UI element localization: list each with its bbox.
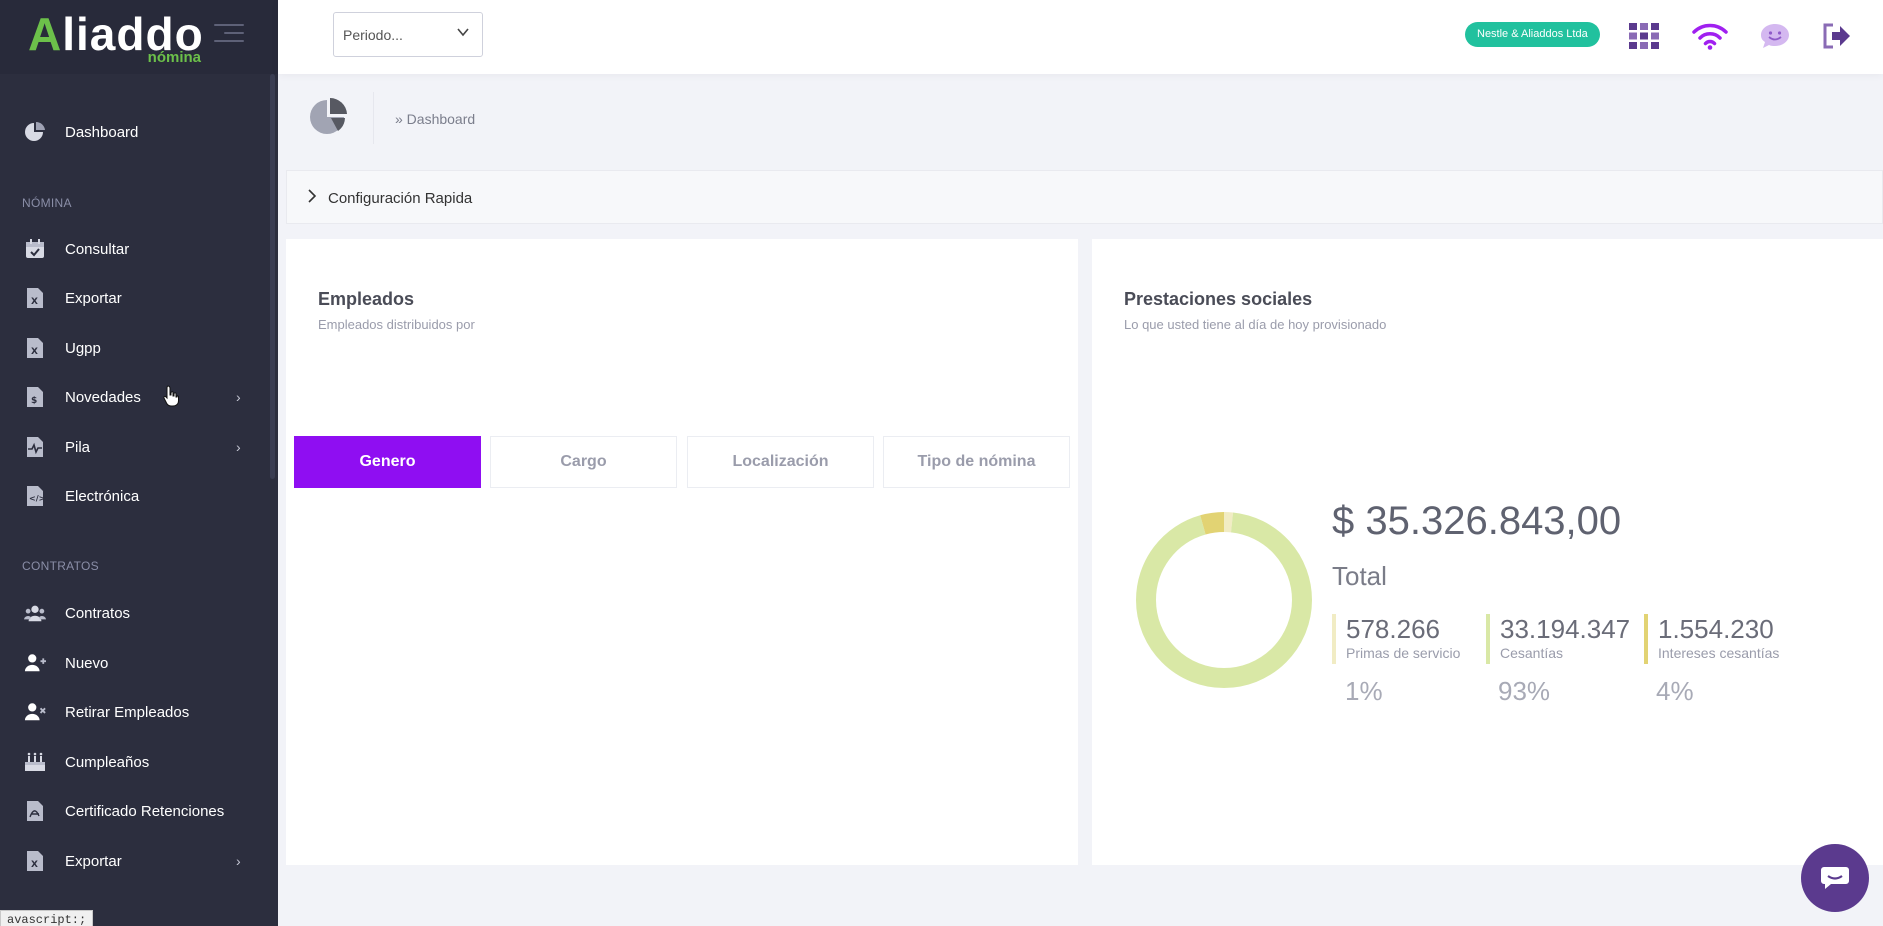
tab-cargo[interactable]: Cargo — [490, 436, 677, 488]
chevron-right-icon: › — [236, 439, 241, 455]
sidebar-item-label: Ugpp — [65, 339, 101, 357]
pct-primas: 1% — [1345, 676, 1383, 706]
aliaddo-logo[interactable]: Aliaddo nómina — [28, 6, 203, 66]
sidebar-item-ugpp[interactable]: X Ugpp — [0, 326, 265, 370]
configuracion-rapida-accordion[interactable]: Configuración Rapida — [286, 170, 1883, 224]
sidebar-item-label: Exportar — [65, 289, 122, 307]
user-plus-icon — [24, 652, 46, 674]
stat-primas-de-servicio: 578.266 Primas de servicio — [1332, 614, 1460, 664]
dollar-file-icon: $ — [24, 386, 46, 408]
pie-chart-icon — [24, 121, 46, 143]
user-remove-icon — [24, 701, 46, 723]
topbar: Periodo... Nestle & Aliaddos Ltda — [278, 0, 1883, 74]
svg-text:X: X — [31, 860, 38, 870]
logout-icon[interactable] — [1819, 18, 1855, 54]
card-subtitle: Lo que usted tiene al día de hoy provisi… — [1124, 317, 1387, 332]
chevron-right-icon: › — [236, 853, 241, 869]
empleados-card: Empleados Empleados distribuidos por Gen… — [286, 239, 1078, 865]
menu-toggle-icon[interactable] — [214, 24, 244, 46]
card-title: Prestaciones sociales — [1124, 289, 1313, 309]
sidebar-header: Aliaddo nómina — [0, 0, 278, 74]
chevron-down-icon — [456, 25, 470, 42]
chevron-right-icon: › — [236, 389, 241, 405]
breadcrumb[interactable]: » Dashboard — [395, 111, 475, 127]
sidebar-item-pila[interactable]: Pila › — [0, 425, 265, 469]
sidebar-item-label: Pila — [65, 438, 91, 456]
svg-text:X: X — [31, 297, 38, 307]
hand-cursor-icon — [163, 385, 179, 412]
stat-intereses-cesantias: 1.554.230 Intereses cesantías — [1644, 614, 1779, 664]
sidebar-item-electronica[interactable]: </> Electrónica — [0, 474, 265, 518]
sidebar-item-label: Electrónica — [65, 487, 140, 505]
svg-text:$: $ — [31, 396, 37, 406]
card-subtitle: Empleados distribuidos por — [318, 317, 475, 332]
chevron-right-icon — [307, 188, 317, 207]
sidebar-item-consultar[interactable]: Consultar — [0, 227, 265, 271]
pulse-file-icon — [24, 436, 46, 458]
users-icon — [24, 602, 46, 624]
prestaciones-card: Prestaciones sociales Lo que usted tiene… — [1092, 239, 1883, 865]
sidebar-item-label: Dashboard — [65, 123, 139, 141]
pct-cesantias: 93% — [1498, 676, 1551, 706]
apps-grid-icon[interactable] — [1626, 18, 1662, 54]
status-bar-url: avascript:; — [0, 910, 94, 926]
code-file-icon: </> — [24, 485, 46, 507]
svg-text:</>: </> — [29, 494, 44, 503]
sidebar-item-label: Novedades — [65, 388, 141, 406]
sidebar-item-label: Certificado Retenciones — [65, 802, 225, 820]
sidebar-scrollbar[interactable] — [270, 74, 275, 479]
birthday-cake-icon — [24, 751, 46, 773]
prestaciones-donut-chart — [1136, 512, 1312, 688]
sidebar-item-contratos[interactable]: Contratos — [0, 591, 265, 635]
sidebar-item-retirar-empleados[interactable]: Retirar Empleados — [0, 690, 265, 734]
sidebar-item-exportar[interactable]: X Exportar — [0, 276, 265, 320]
subheader-divider — [373, 92, 374, 144]
sidebar-item-nuevo[interactable]: Nuevo — [0, 641, 265, 685]
sidebar: Aliaddo nómina Dashboard NÓMINA Consulta… — [0, 0, 278, 926]
sidebar-item-label: Retirar Empleados — [65, 703, 190, 721]
sidebar-item-dashboard[interactable]: Dashboard — [0, 110, 265, 154]
wifi-icon[interactable] — [1692, 18, 1728, 54]
tab-tipo-de-nomina[interactable]: Tipo de nómina — [883, 436, 1070, 488]
sidebar-item-label: Consultar — [65, 240, 130, 258]
tab-genero[interactable]: Genero — [294, 436, 481, 488]
sidebar-item-cumpleanos[interactable]: Cumpleaños — [0, 740, 265, 784]
sidebar-item-label: Nuevo — [65, 654, 109, 672]
section-contratos: CONTRATOS — [22, 559, 99, 573]
sidebar-item-label: Contratos — [65, 604, 131, 622]
chat-launcher-button[interactable] — [1801, 844, 1869, 912]
calendar-check-icon — [24, 238, 46, 260]
tab-localizacion[interactable]: Localización — [687, 436, 874, 488]
pct-intereses: 4% — [1656, 676, 1694, 706]
periodo-select[interactable]: Periodo... — [333, 12, 483, 57]
company-badge: Nestle & Aliaddos Ltda — [1465, 22, 1600, 47]
chat-smile-icon[interactable] — [1757, 18, 1793, 54]
section-nomina: NÓMINA — [22, 196, 72, 210]
sidebar-item-exportar-2[interactable]: X Exportar › — [0, 839, 265, 883]
excel-file-icon: X — [24, 850, 46, 872]
svg-text:X: X — [31, 347, 38, 357]
sidebar-item-label: Cumpleaños — [65, 753, 150, 771]
total-amount: $ 35.326.843,00 — [1332, 499, 1622, 543]
card-title: Empleados — [318, 289, 415, 309]
pdf-file-icon — [24, 800, 46, 822]
stat-cesantias: 33.194.347 Cesantías — [1486, 614, 1630, 664]
total-label: Total — [1332, 561, 1387, 591]
sidebar-item-novedades[interactable]: $ Novedades › — [0, 375, 265, 419]
donut-slice-cesantías — [1136, 512, 1312, 688]
chat-bubble-icon — [1821, 867, 1849, 889]
sidebar-item-certificado-retenciones[interactable]: Certificado Retenciones — [0, 789, 265, 833]
sidebar-item-label: Exportar — [65, 852, 122, 870]
dashboard-pie-icon — [308, 96, 350, 138]
excel-file-icon: X — [24, 337, 46, 359]
excel-file-icon: X — [24, 287, 46, 309]
